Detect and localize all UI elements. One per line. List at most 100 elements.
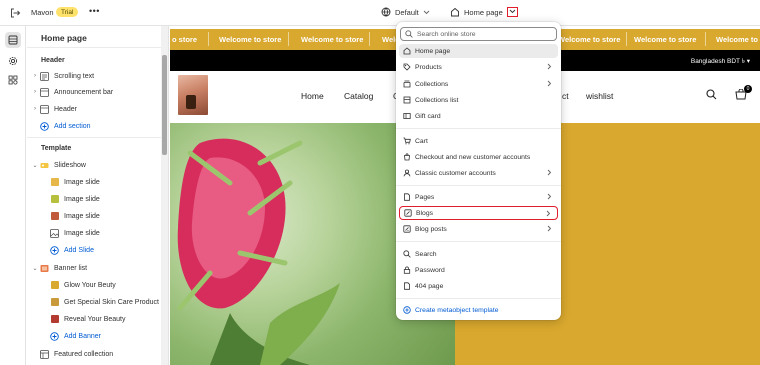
marquee-text: Welcome to [716, 35, 758, 44]
currency-selector[interactable]: Bangladesh BDT ৳ ▾ [691, 56, 750, 67]
block-banner[interactable]: Get Special Skin Care Product [49, 294, 168, 310]
tag-icon [403, 63, 411, 71]
theme-selector[interactable]: Default [381, 7, 430, 17]
menu-item-gift-card[interactable]: Gift card [399, 109, 558, 123]
chevron-right-icon[interactable]: › [31, 106, 39, 112]
divider [208, 32, 209, 46]
page-selector-chevron-icon[interactable] [506, 7, 518, 17]
section-label: Scrolling text [54, 72, 95, 80]
search-input[interactable]: Search online store [400, 27, 557, 41]
theme-name: Default [395, 7, 419, 17]
search-icon [403, 250, 411, 258]
chevron-down-icon[interactable]: ⌄ [31, 265, 39, 272]
section-label: Banner list [54, 264, 88, 272]
store-logo[interactable] [178, 75, 208, 115]
sidebar-scrollbar-thumb[interactable] [162, 55, 167, 155]
divider [288, 32, 289, 46]
nav-link-wishlist[interactable]: wishlist [586, 91, 613, 101]
menu-item-blogs[interactable]: Blogs [399, 206, 558, 220]
section-header[interactable]: › Header [31, 101, 167, 117]
chevron-right-icon[interactable]: › [31, 73, 39, 79]
search-placeholder: Search online store [417, 30, 476, 38]
layout-icon [39, 349, 50, 360]
search-icon[interactable] [706, 89, 717, 100]
nav-link-partial[interactable]: ct [562, 91, 569, 101]
menu-item-label: Password [415, 266, 445, 274]
menu-item-label: Products [415, 63, 442, 71]
menu-item-404-page[interactable]: 404 page [399, 279, 558, 293]
menu-item-label: Create metaobject template [415, 306, 499, 314]
menu-item-products[interactable]: Products [399, 60, 558, 74]
person-icon [403, 169, 411, 177]
plus-circle-icon [403, 306, 411, 314]
sections-icon[interactable] [5, 32, 21, 48]
chevron-down-icon[interactable]: ⌄ [31, 162, 39, 169]
menu-item-cart[interactable]: Cart [399, 134, 558, 148]
block-image-slide[interactable]: Image slide [49, 174, 168, 190]
block-image-slide[interactable]: Image slide [49, 191, 168, 207]
section-featured-collection[interactable]: Featured collection [39, 346, 168, 362]
nav-link-catalog[interactable]: Catalog [344, 91, 373, 101]
add-section-button[interactable]: Add section [39, 118, 168, 134]
blog-icon [404, 209, 412, 217]
page-title: Home page [41, 33, 87, 43]
block-label: Glow Your Beuty [64, 281, 116, 289]
divider [27, 137, 163, 138]
cart-count-badge: 0 [744, 85, 752, 93]
section-scrolling-text[interactable]: › Scrolling text [31, 68, 167, 84]
add-slide-button[interactable]: Add Slide [49, 242, 168, 258]
create-metaobject-template-button[interactable]: Create metaobject template [399, 303, 558, 317]
chevron-right-icon [547, 169, 552, 176]
block-label: Reveal Your Beauty [64, 315, 126, 323]
globe-icon [381, 7, 391, 17]
exit-icon[interactable] [9, 7, 21, 19]
block-banner[interactable]: Glow Your Beuty [49, 277, 168, 293]
slide-thumbnail [49, 194, 60, 205]
settings-icon[interactable] [5, 53, 21, 69]
menu-item-collections-list[interactable]: Collections list [399, 93, 558, 107]
collections-icon [403, 80, 411, 88]
block-banner[interactable]: Reveal Your Beauty [49, 311, 168, 327]
text-block-icon [39, 71, 50, 82]
section-label: Slideshow [54, 161, 86, 169]
layout-icon [39, 87, 50, 98]
layout-icon [39, 104, 50, 115]
add-banner-button[interactable]: Add Banner [49, 328, 168, 344]
nav-link-home[interactable]: Home [301, 91, 324, 101]
block-label: Get Special Skin Care Product [64, 298, 159, 306]
search-icon [405, 30, 413, 38]
section-announcement-bar[interactable]: › Announcement bar [31, 84, 167, 100]
chevron-right-icon[interactable]: › [31, 89, 39, 95]
menu-item-pages[interactable]: Pages [399, 190, 558, 204]
menu-item-collections[interactable]: Collections [399, 77, 558, 91]
menu-item-label: Checkout and new customer accounts [415, 153, 531, 161]
menu-item-blog-posts[interactable]: Blog posts [399, 222, 558, 236]
home-icon [450, 7, 460, 17]
more-actions-button[interactable]: ••• [89, 6, 100, 16]
menu-item-label: Blogs [416, 209, 434, 217]
menu-item-password[interactable]: Password [399, 263, 558, 277]
menu-item-label: Search [415, 250, 437, 258]
menu-item-classic-customer-accounts[interactable]: Classic customer accounts [399, 166, 558, 180]
list-icon [403, 96, 411, 104]
apps-icon[interactable] [5, 72, 21, 88]
menu-item-label: 404 page [415, 282, 444, 290]
menu-item-checkout[interactable]: Checkout and new customer accounts [399, 150, 558, 164]
block-label: Image slide [64, 212, 100, 220]
menu-item-search[interactable]: Search [399, 247, 558, 261]
error-page-icon [403, 282, 411, 290]
divider [396, 241, 561, 242]
section-slideshow[interactable]: ⌄ Slideshow [31, 157, 167, 173]
menu-item-home-page[interactable]: Home page [399, 44, 558, 58]
block-label: Image slide [64, 178, 100, 186]
page-selector[interactable]: Home page [450, 7, 518, 17]
section-label: Header [54, 105, 77, 113]
divider [396, 185, 561, 186]
menu-item-label: Classic customer accounts [415, 169, 496, 177]
section-banner-list[interactable]: ⌄ Banner list [31, 260, 167, 276]
block-image-slide[interactable]: Image slide [49, 225, 168, 241]
gift-card-icon [403, 112, 411, 120]
add-section-label: Add section [54, 122, 91, 130]
block-image-slide[interactable]: Image slide [49, 208, 168, 224]
menu-item-label: Cart [415, 137, 428, 145]
